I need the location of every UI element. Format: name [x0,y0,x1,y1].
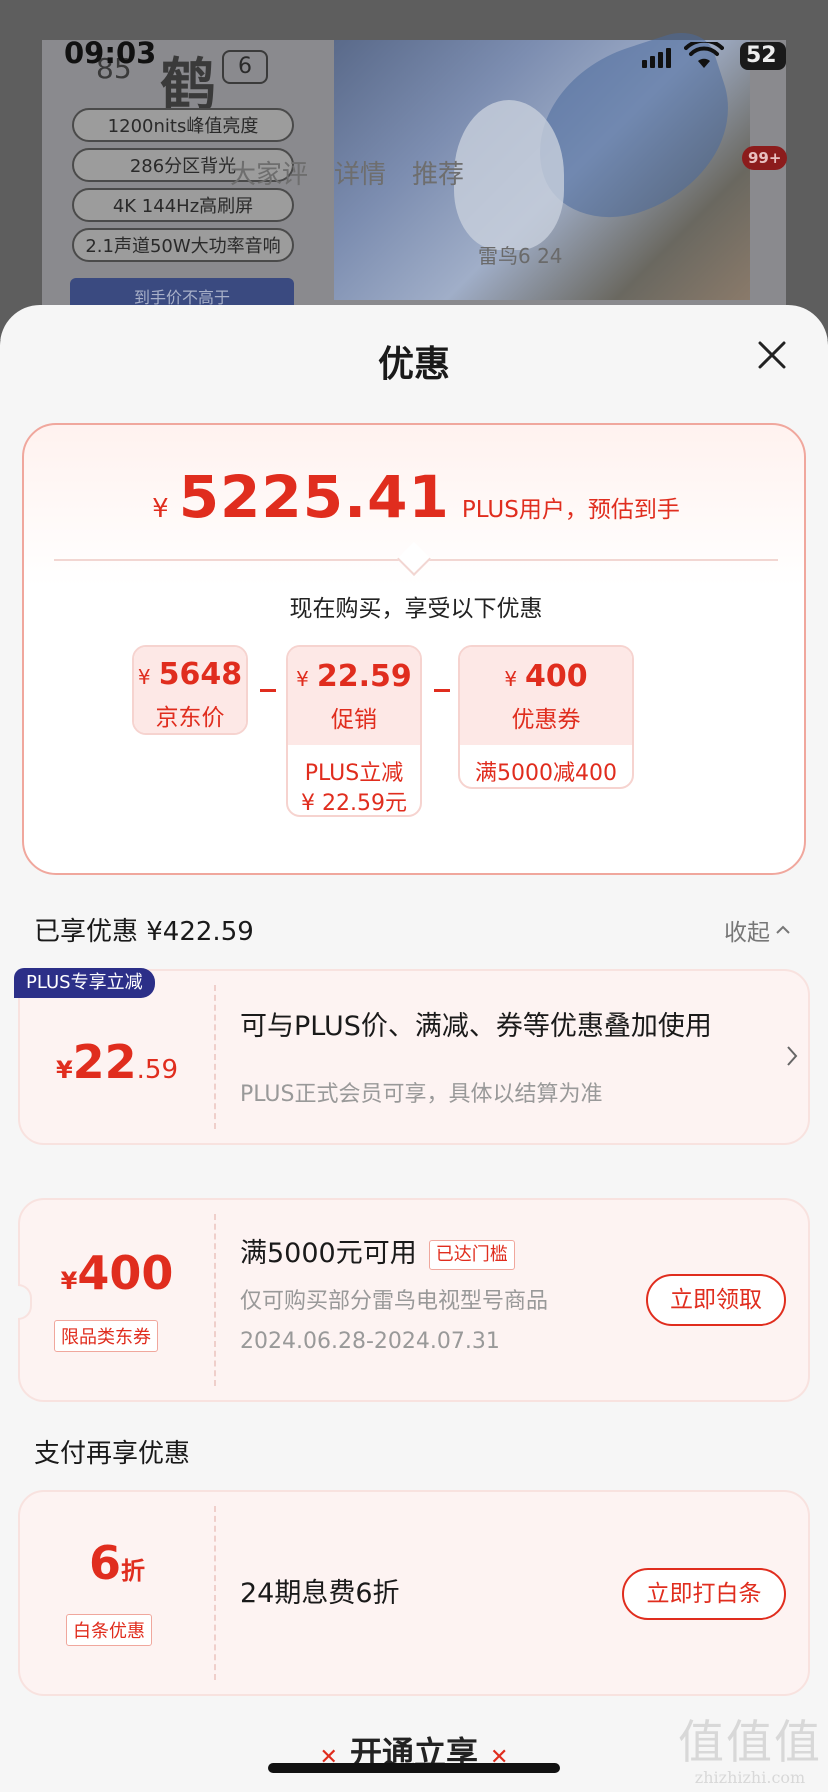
baitiao-discount-card: 6折 白条优惠 24期息费6折 立即打白条 [18,1490,810,1696]
wifi-icon [684,42,724,68]
promotion-detail-amount: ¥ 22.59元 [301,791,407,816]
price-summary-card: ¥ 5225.41 PLUS用户，预估到手 现在购买，享受以下优惠 ¥5648 … [22,423,806,875]
store-coupon-card: ¥400 限品类东券 满5000元可用 已达门槛 仅可购买部分雷鸟电视型号商品 2… [18,1198,810,1402]
breakdown-promotion: ¥22.59 促销 PLUS立减 ¥ 22.59元 [286,645,422,817]
claim-coupon-button[interactable]: 立即领取 [646,1274,786,1326]
baitiao-tag: 白条优惠 [66,1614,152,1646]
store-coupon-validity: 2024.06.28-2024.07.31 [240,1329,500,1354]
coupon-label: 优惠券 [511,707,581,733]
tab-reviews: 大家评 [230,160,309,190]
breakdown-caption: 现在购买，享受以下优惠 [289,596,543,622]
status-bar: 09:03 52 [0,36,828,76]
baitiao-description: 24期息费6折 [240,1578,400,1609]
coupon-detail: 满5000减400 [475,761,617,786]
currency-symbol: ¥ [152,494,169,524]
estimated-price-amount: 5225.41 [178,463,450,531]
store-coupon-scope: 仅可购买部分雷鸟电视型号商品 [240,1289,549,1314]
background-product-name: 雷鸟6 24 [478,244,563,268]
status-time: 09:03 [64,36,157,70]
store-coupon-amount: ¥400 [60,1246,174,1300]
tab-recommend: 推荐 [412,160,465,190]
divider-notch [397,542,431,576]
product-tabs: 大家评 详情 推荐 [230,154,464,191]
home-indicator [268,1763,560,1773]
jd-price-value: 5648 [158,657,243,692]
dashed-separator [214,1506,216,1680]
promotion-detail: PLUS立减 [304,761,404,786]
estimated-price-note: PLUS用户，预估到手 [461,497,680,523]
site-watermark: 值值值 zhizhizhi.com [678,1715,822,1787]
breakdown-coupon: ¥400 优惠券 满5000减400 [458,645,634,789]
collapse-label: 收起 [724,920,770,946]
crane-body-art [454,100,564,250]
coupon-value: 400 [525,659,588,694]
plus-exclusive-badge: PLUS专享立减 [14,968,155,998]
chevron-right-icon [787,1046,798,1066]
estimated-price: ¥ 5225.41 PLUS用户，预估到手 [24,463,808,531]
cellular-signal-icon [642,46,671,68]
battery-icon: 52 [740,42,786,70]
jd-price-label: 京东价 [155,705,225,731]
feature-pill: 4K 144Hz高刷屏 [72,188,294,222]
collapse-button[interactable]: 收起 [724,913,792,947]
promotion-value: 22.59 [316,659,412,694]
store-coupon-condition: 满5000元可用 已达门槛 [240,1236,515,1271]
sheet-title: 优惠 [377,344,450,385]
feature-pill: 1200nits峰值亮度 [72,108,294,142]
use-baitiao-button[interactable]: 立即打白条 [622,1568,786,1620]
dashed-separator [214,1214,216,1386]
dashed-separator [214,985,216,1129]
coupon-category-tag: 限品类东券 [54,1320,158,1352]
feature-pill: 2.1声道50W大功率音响 [72,228,294,262]
minus-sign [434,689,450,692]
close-icon [758,341,786,369]
payment-discount-title: 支付再享优惠 [34,1439,191,1469]
threshold-reached-tag: 已达门槛 [428,1239,515,1270]
baitiao-discount-amount: 6折 [88,1536,145,1590]
price-breakdown: ¥5648 京东价 ¥22.59 促销 PLUS立减 ¥ 22.59元 ¥400 [24,645,808,845]
plus-discount-note: PLUS正式会员可享，具体以结算为准 [240,1082,603,1107]
tab-details: 详情 [334,160,387,190]
cart-count-badge: 99+ [742,146,788,170]
enjoyed-discount-title: 已享优惠 ¥422.59 [34,917,254,947]
breakdown-jd-price: ¥5648 京东价 [132,645,248,735]
plus-discount-amount: ¥22.59 [55,1035,179,1089]
promotion-label: 促销 [331,707,377,733]
chevron-up-icon [776,925,790,934]
close-button[interactable] [752,335,792,375]
minus-sign [260,689,276,692]
plus-discount-description: 可与PLUS价、满减、券等优惠叠加使用 [240,1011,712,1042]
